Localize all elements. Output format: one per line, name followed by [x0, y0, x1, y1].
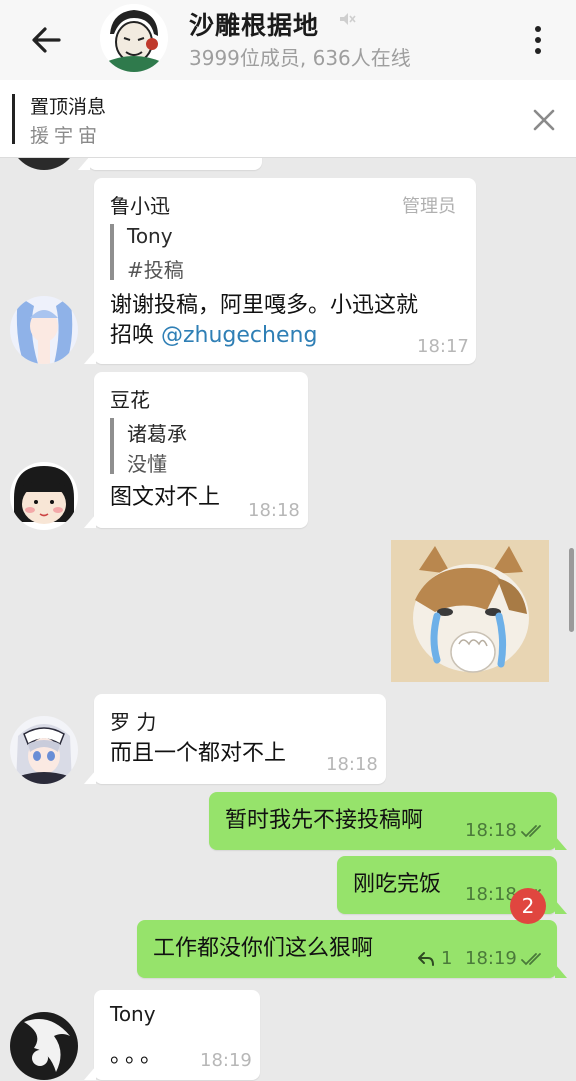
quote-text[interactable]: #投稿 — [127, 254, 184, 283]
sender-name[interactable]: 豆花 — [110, 384, 150, 413]
app-bar: 沙雕根据地 3999位成员, 636人在线 — [0, 0, 576, 80]
double-check-icon — [521, 953, 541, 966]
message-text: 。。。 — [110, 1043, 167, 1068]
message-text: 谢谢投稿，阿里嘎多。小迅这就 — [110, 293, 419, 318]
message-bubble-outgoing[interactable]: 暂时我先不接投稿啊 18:18 — [209, 792, 567, 850]
crying-cat-sticker[interactable] — [391, 540, 549, 682]
chat-area[interactable]: 鲁小迅 管理员 Tony #投稿 谢谢投稿，阿里嘎多。小迅这就 招唤 @zhug… — [0, 158, 576, 1081]
pinned-title: 置顶消息 — [30, 96, 107, 118]
more-dot — [535, 48, 541, 54]
message-bubble[interactable]: Tony 。。。 18:19 — [84, 990, 260, 1080]
quote-bar — [110, 418, 114, 474]
pinned-text: 援宇宙 — [30, 125, 103, 147]
message-bubble-outgoing[interactable]: 工作都没你们这么狠啊 1 18:19 — [137, 920, 567, 978]
message-time: 18:18 — [248, 500, 300, 521]
message-text-line2: 招唤 @zhugecheng — [110, 320, 317, 352]
avatar[interactable] — [10, 158, 78, 170]
pinned-message[interactable]: 置顶消息 援宇宙 — [0, 80, 576, 158]
message-text: 暂时我先不接投稿啊 — [225, 808, 424, 833]
pinned-bar — [12, 94, 15, 144]
group-avatar[interactable] — [100, 4, 168, 72]
message-time: 18:18 — [465, 820, 517, 841]
mention-link[interactable]: @zhugecheng — [161, 323, 317, 348]
back-button[interactable] — [24, 18, 68, 62]
message-text: 刚吃完饭 — [353, 872, 442, 897]
avatar[interactable] — [10, 716, 78, 784]
sender-name[interactable]: 鲁小迅 — [110, 190, 170, 219]
sender-name[interactable]: 罗 力 — [110, 706, 156, 735]
message-time: 18:19 — [465, 948, 517, 969]
admin-badge: 管理员 — [402, 196, 456, 217]
arrow-left-icon — [32, 27, 61, 53]
avatar-image — [10, 462, 78, 530]
avatar[interactable] — [10, 1012, 78, 1080]
avatar[interactable] — [10, 462, 78, 530]
quote-author[interactable]: Tony — [127, 224, 173, 248]
group-avatar-image — [100, 4, 168, 72]
avatar-image — [10, 1012, 78, 1080]
crying-cat-icon — [391, 540, 549, 682]
quote-author[interactable]: 诸葛承 — [127, 418, 187, 447]
message-time: 18:18 — [326, 754, 378, 775]
more-dot — [535, 37, 541, 43]
unread-count-badge[interactable]: 2 — [510, 888, 546, 924]
more-options-button[interactable] — [520, 18, 556, 62]
reply-icon[interactable] — [417, 951, 435, 967]
quote-text[interactable]: 没懂 — [127, 448, 167, 477]
message-text: 图文对不上 — [110, 485, 221, 510]
sender-name[interactable]: Tony — [110, 1002, 156, 1026]
message-bubble[interactable]: 豆花 诸葛承 没懂 图文对不上 18:18 — [84, 372, 308, 528]
message-time: 18:19 — [200, 1050, 252, 1071]
muted-speaker-icon — [340, 13, 356, 25]
group-title: 沙雕根据地 — [189, 11, 320, 40]
message-text: 招唤 — [110, 323, 161, 348]
message-time: 18:18 — [465, 884, 517, 905]
close-icon[interactable] — [528, 104, 560, 136]
double-check-icon — [521, 825, 541, 838]
more-vertical-icon — [535, 26, 541, 32]
quote-bar — [110, 224, 114, 280]
avatar-image — [10, 716, 78, 784]
avatar-image — [10, 296, 78, 364]
reply-count[interactable]: 1 — [441, 948, 452, 969]
message-time: 18:17 — [417, 336, 469, 357]
message-text: 而且一个都对不上 — [110, 741, 287, 766]
message-bubble[interactable]: 鲁小迅 管理员 Tony #投稿 谢谢投稿，阿里嘎多。小迅这就 招唤 @zhug… — [84, 178, 476, 364]
message-text: 工作都没你们这么狠啊 — [153, 936, 374, 961]
avatar[interactable] — [10, 296, 78, 364]
message-bubble[interactable]: 罗 力 而且一个都对不上 18:18 — [84, 694, 386, 784]
scrollbar[interactable] — [569, 548, 574, 632]
message-bubble[interactable] — [78, 158, 262, 170]
member-count: 3999位成员, 636人在线 — [189, 46, 411, 70]
